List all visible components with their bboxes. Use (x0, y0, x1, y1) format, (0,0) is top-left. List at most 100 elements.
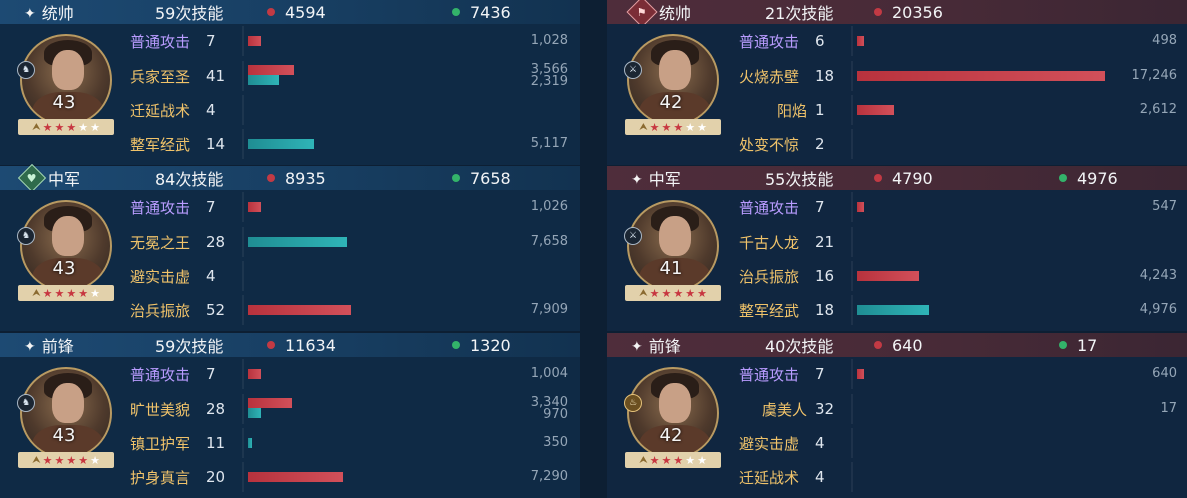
skill-row[interactable]: 治兵振旅 16 4,243 (739, 261, 1183, 291)
general-group: ♥ 中军 84次技能 8935 7658 ♞ 43 ⮝ ★ ★ ★ ★ ★ 普通… (0, 163, 580, 333)
damage-stat: 4790 (874, 169, 933, 188)
role-label: ♥ 中军 (17, 163, 80, 193)
damage-dot-icon (267, 8, 275, 16)
skill-uses: 4 (206, 101, 216, 119)
skill-count: 59次技能 (155, 4, 224, 23)
skill-row[interactable]: 无冕之王 28 7,658 (130, 227, 574, 257)
skill-uses: 7 (206, 198, 216, 216)
role-label: ✦ 统帅 (24, 0, 74, 24)
heal-bar (857, 305, 929, 315)
row-divider (851, 295, 853, 325)
skill-name: 兵家至圣 (130, 67, 191, 86)
row-divider (851, 129, 853, 159)
skill-row[interactable]: 普通攻击 7 1,026 (130, 192, 574, 222)
skill-row[interactable]: 千古人龙 21 (739, 227, 1183, 257)
skill-bars (857, 428, 1105, 458)
skill-row[interactable]: 普通攻击 6 498 (739, 26, 1183, 56)
heal-bar (248, 408, 262, 418)
skill-row[interactable]: 虞美人 32 17 (739, 394, 1183, 424)
skill-name: 普通攻击 (130, 365, 191, 384)
general-group: ✦ 前锋 40次技能 640 17 ♨ 42 ⮝ ★ ★ ★ ★ ★ 普通攻击 … (607, 333, 1187, 498)
battle-report: ✦ 统帅 59次技能 4594 7436 ♞ 43 ⮝ ★ ★ ★ ★ ★ 普通… (0, 0, 1187, 498)
general-level: 43 (52, 92, 76, 113)
skill-name: 护身真言 (130, 468, 191, 487)
skill-count: 40次技能 (765, 337, 834, 356)
heal-bar (248, 75, 279, 85)
skill-uses: 20 (206, 468, 226, 486)
group-header: ✦ 前锋 59次技能 11634 1320 (0, 333, 580, 357)
skill-row[interactable]: 兵家至圣 41 3,566 2,319 (130, 61, 574, 91)
skill-values: 17 (1160, 394, 1177, 424)
skill-row[interactable]: 避实击虚 4 (739, 428, 1183, 458)
skill-total: 5,117 (530, 136, 568, 151)
row-divider (242, 227, 244, 257)
sword-icon: ⚔ (624, 61, 642, 79)
skill-values: 2,612 (1140, 95, 1177, 125)
skill-name: 普通攻击 (130, 32, 191, 51)
skill-name: 普通攻击 (739, 198, 800, 217)
role-label: ✦ 前锋 (24, 333, 74, 357)
rank-arrow-icon: ⮝ (639, 287, 648, 299)
heal-dot-icon (1059, 174, 1067, 182)
skill-row[interactable]: 普通攻击 7 640 (739, 359, 1183, 389)
skill-row[interactable]: 整军经武 14 5,117 (130, 129, 574, 159)
mount-icon: ♞ (17, 227, 35, 245)
skill-row[interactable]: 旷世美貌 28 3,340 970 (130, 394, 574, 424)
skill-name: 迁延战术 (130, 101, 191, 120)
skill-row[interactable]: 避实击虚 4 (130, 261, 574, 291)
heal-bar (248, 438, 253, 448)
skill-bars (857, 295, 1105, 325)
skill-row[interactable]: 火烧赤壁 18 17,246 (739, 61, 1183, 91)
skill-row[interactable]: 普通攻击 7 1,028 (130, 26, 574, 56)
star-rating: ⮝ ★ ★ ★ ★ ★ (625, 285, 721, 301)
general-group: ✦ 前锋 59次技能 11634 1320 ♞ 43 ⮝ ★ ★ ★ ★ ★ 普… (0, 333, 580, 498)
skill-row[interactable]: 阳焰 1 2,612 (739, 95, 1183, 125)
heal-dot-icon (452, 8, 460, 16)
skill-bars (248, 394, 468, 424)
heal-value: 7436 (470, 2, 511, 22)
skill-values: 4,243 (1140, 261, 1177, 291)
general-level: 42 (659, 92, 683, 113)
skill-row[interactable]: 护身真言 20 7,290 (130, 462, 574, 492)
skill-uses: 14 (206, 135, 226, 153)
skill-name: 无冕之王 (130, 233, 191, 252)
skill-name: 整军经武 (130, 135, 191, 154)
skill-bars (857, 129, 1105, 159)
skill-row[interactable]: 治兵振旅 52 7,909 (130, 295, 574, 325)
skill-name: 避实击虚 (130, 267, 191, 286)
skill-row[interactable]: 普通攻击 7 1,004 (130, 359, 574, 389)
damage-value: 11634 (285, 335, 336, 355)
skill-uses: 7 (206, 32, 216, 50)
skill-name: 迁延战术 (739, 468, 800, 487)
skill-row[interactable]: 迁延战术 4 (130, 95, 574, 125)
row-divider (851, 428, 853, 458)
skill-bars (248, 26, 468, 56)
skill-row[interactable]: 镇卫护军 11 350 (130, 428, 574, 458)
skill-row[interactable]: 迁延战术 4 (739, 462, 1183, 492)
skill-total: 4,243 (1139, 268, 1177, 283)
skill-row[interactable]: 处变不惊 2 (739, 129, 1183, 159)
general-level: 42 (659, 425, 683, 446)
skill-row[interactable]: 普通攻击 7 547 (739, 192, 1183, 222)
damage-stat: 20356 (874, 3, 943, 22)
skill-uses: 41 (206, 67, 226, 85)
damage-value: 4594 (285, 2, 326, 22)
skill-uses: 2 (815, 135, 825, 153)
damage-dot-icon (874, 8, 882, 16)
damage-bar (857, 71, 1105, 81)
heal-stat: 7436 (452, 3, 511, 22)
skill-total-secondary: 2,319 (530, 74, 568, 89)
group-body: ♨ 42 ⮝ ★ ★ ★ ★ ★ 普通攻击 7 640 虞美人 32 17 避实击虚 4 (607, 357, 1187, 498)
row-divider (242, 95, 244, 125)
skill-row[interactable]: 整军经武 18 4,976 (739, 295, 1183, 325)
row-divider (851, 95, 853, 125)
row-divider (242, 428, 244, 458)
heal-dot-icon (452, 174, 460, 182)
damage-value: 8935 (285, 168, 326, 188)
heal-bar (248, 139, 314, 149)
skill-bars (857, 227, 1105, 257)
skill-uses: 7 (206, 365, 216, 383)
skill-total: 1,004 (530, 366, 568, 381)
role-name: 中军 (648, 170, 681, 189)
row-divider (851, 26, 853, 56)
